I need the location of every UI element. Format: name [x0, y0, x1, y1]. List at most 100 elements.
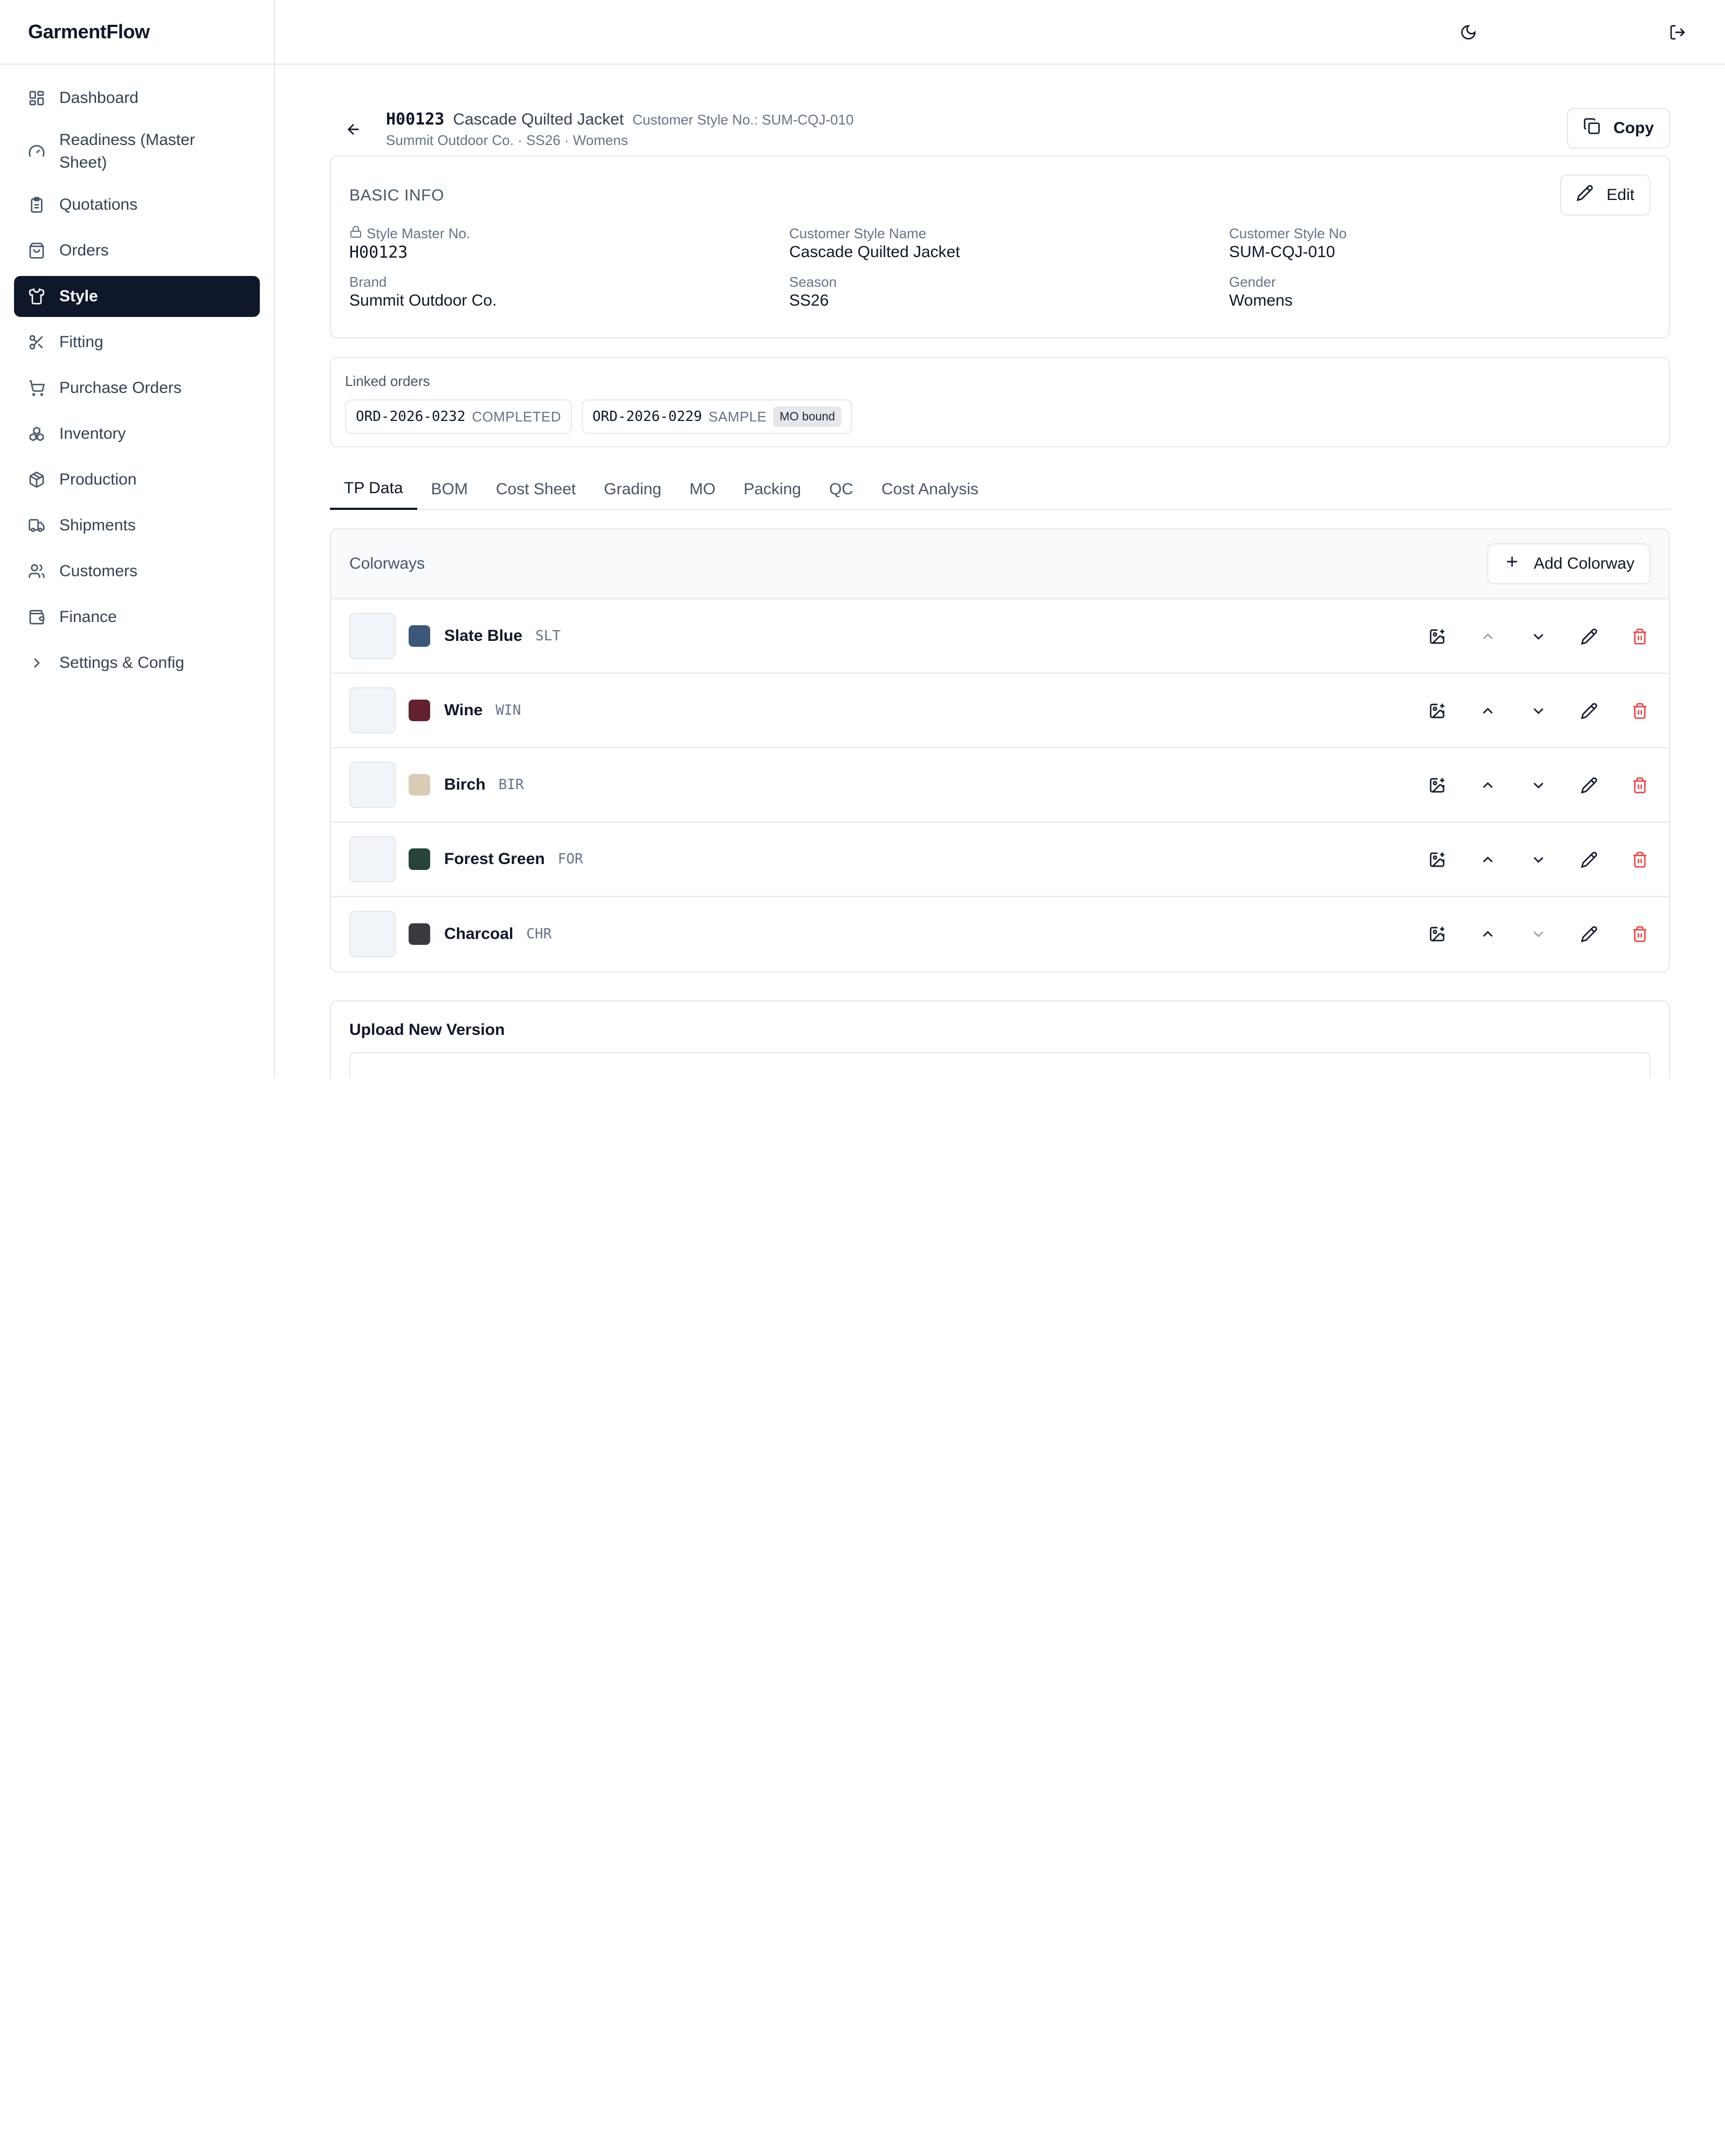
moon-icon[interactable] [1458, 22, 1479, 43]
sidebar-item-settings[interactable]: Settings & Config [14, 642, 260, 683]
sidebar-item-production[interactable]: Production [14, 459, 260, 500]
tab-packing[interactable]: Packing [729, 469, 815, 510]
sidebar-item-style[interactable]: Style [14, 276, 260, 317]
content: H00123 Cascade Quilted Jacket Customer S… [275, 108, 1725, 1078]
image-add-icon[interactable] [1426, 923, 1448, 945]
color-swatch [409, 625, 430, 647]
colorway-thumbnail[interactable] [349, 836, 396, 882]
image-add-icon[interactable] [1426, 626, 1448, 647]
image-add-icon[interactable] [1426, 700, 1448, 722]
chevron-up-icon[interactable] [1477, 775, 1499, 796]
order-id: ORD-2026-0232 [356, 409, 466, 425]
sidebar-item-label: Shipments [59, 516, 136, 534]
cart-icon [28, 379, 45, 397]
sidebar-item-label: Quotations [59, 196, 138, 213]
info-value: Cascade Quilted Jacket [789, 243, 960, 261]
trash-icon[interactable] [1629, 700, 1651, 722]
trash-icon[interactable] [1629, 626, 1651, 647]
info-field: Style Master No. H00123 [349, 225, 789, 262]
sidebar-item-label: Customers [59, 562, 138, 580]
chevron-down-icon[interactable] [1528, 775, 1549, 796]
pencil-icon[interactable] [1578, 923, 1600, 945]
colorway-name: Birch [444, 776, 486, 793]
colorway-code: BIR [498, 777, 524, 793]
logout-icon[interactable] [1667, 22, 1688, 43]
pencil-icon[interactable] [1578, 775, 1600, 796]
sidebar-item-customers[interactable]: Customers [14, 551, 260, 592]
info-field: Customer Style No SUM-CQJ-010 [1229, 225, 1651, 262]
image-add-icon[interactable] [1426, 849, 1448, 870]
chevron-up-icon[interactable] [1477, 849, 1499, 870]
chevron-down-icon[interactable] [1528, 849, 1549, 870]
image-add-icon[interactable] [1426, 775, 1448, 796]
tab-cost-analysis[interactable]: Cost Analysis [867, 469, 992, 510]
sidebar-item-orders[interactable]: Orders [14, 230, 260, 271]
order-chip[interactable]: ORD-2026-0232 COMPLETED [345, 399, 572, 434]
order-chip[interactable]: ORD-2026-0229 SAMPLE MO bound [581, 399, 853, 434]
tab-bom[interactable]: BOM [417, 469, 482, 510]
colorway-thumbnail[interactable] [349, 687, 396, 734]
sidebar-item-label: Fitting [59, 333, 104, 351]
sidebar-item-fitting[interactable]: Fitting [14, 322, 260, 363]
tab-cost-sheet[interactable]: Cost Sheet [482, 469, 590, 510]
sidebar-item-label: Finance [59, 608, 117, 626]
sidebar-item-readiness[interactable]: Readiness (Master Sheet) [14, 123, 260, 179]
trash-icon[interactable] [1629, 849, 1651, 870]
users-icon [28, 563, 45, 580]
pencil-icon[interactable] [1578, 626, 1600, 647]
pencil-icon [1576, 184, 1593, 206]
trash-icon[interactable] [1629, 775, 1651, 796]
chevron-down-icon[interactable] [1528, 700, 1549, 722]
style-code: H00123 [386, 110, 445, 129]
tab-bar: TP Data BOM Cost Sheet Grading MO Packin… [330, 469, 1670, 510]
colorway-thumbnail[interactable] [349, 911, 396, 957]
trash-icon[interactable] [1629, 923, 1651, 945]
copy-button[interactable]: Copy [1567, 108, 1670, 149]
sidebar-item-dashboard[interactable]: Dashboard [14, 78, 260, 119]
edit-button[interactable]: Edit [1560, 175, 1651, 216]
style-subline: Summit Outdoor Co. · SS26 · Womens [386, 132, 628, 148]
pencil-icon[interactable] [1578, 700, 1600, 722]
info-label: Customer Style No [1229, 225, 1347, 241]
sidebar-item-label: Settings & Config [59, 654, 184, 672]
package-icon [28, 471, 45, 488]
plus-icon [1503, 553, 1521, 575]
tab-grading[interactable]: Grading [590, 469, 675, 510]
colorway-list: Slate Blue SLT Wine WIN Birch BIR Forest Green… [331, 599, 1669, 971]
info-field: Gender Womens [1229, 274, 1651, 310]
copy-icon [1583, 118, 1600, 139]
tab-mo[interactable]: MO [675, 469, 729, 510]
sidebar-item-inventory[interactable]: Inventory [14, 413, 260, 454]
upload-dropzone[interactable] [349, 1052, 1651, 1078]
sidebar-item-shipments[interactable]: Shipments [14, 505, 260, 546]
copy-label: Copy [1613, 119, 1654, 137]
sidebar-item-finance[interactable]: Finance [14, 597, 260, 638]
colorway-thumbnail[interactable] [349, 762, 396, 808]
wallet-icon [28, 609, 45, 626]
chevron-down-icon[interactable] [1528, 626, 1549, 647]
back-arrow-icon[interactable] [341, 116, 367, 142]
chevron-up-icon[interactable] [1477, 626, 1499, 647]
linked-orders-card: Linked orders ORD-2026-0232 COMPLETED OR… [330, 357, 1670, 447]
order-status: SAMPLE [708, 408, 767, 425]
colorway-actions [1397, 748, 1651, 823]
pencil-icon[interactable] [1578, 849, 1600, 870]
colorway-name: Charcoal [444, 925, 514, 943]
tab-tp-data[interactable]: TP Data [330, 469, 417, 510]
sidebar-item-purchase-orders[interactable]: Purchase Orders [14, 368, 260, 409]
brand-logo[interactable]: GarmentFlow [0, 0, 274, 65]
page-header: H00123 Cascade Quilted Jacket Customer S… [330, 108, 1670, 149]
sidebar-item-quotations[interactable]: Quotations [14, 184, 260, 225]
colorway-row: Birch BIR [331, 748, 1669, 823]
chevron-up-icon[interactable] [1477, 700, 1499, 722]
upload-version-card: Upload New Version [330, 1000, 1670, 1078]
colorway-code: WIN [495, 702, 521, 718]
dashboard-icon [28, 89, 45, 107]
tab-qc[interactable]: QC [815, 469, 867, 510]
colorway-name: Slate Blue [444, 627, 523, 645]
customer-style-no: Customer Style No.: SUM-CQJ-010 [632, 112, 854, 128]
chevron-up-icon[interactable] [1477, 923, 1499, 945]
add-colorway-button[interactable]: Add Colorway [1487, 543, 1651, 584]
colorway-thumbnail[interactable] [349, 613, 396, 659]
chevron-down-icon[interactable] [1528, 923, 1549, 945]
